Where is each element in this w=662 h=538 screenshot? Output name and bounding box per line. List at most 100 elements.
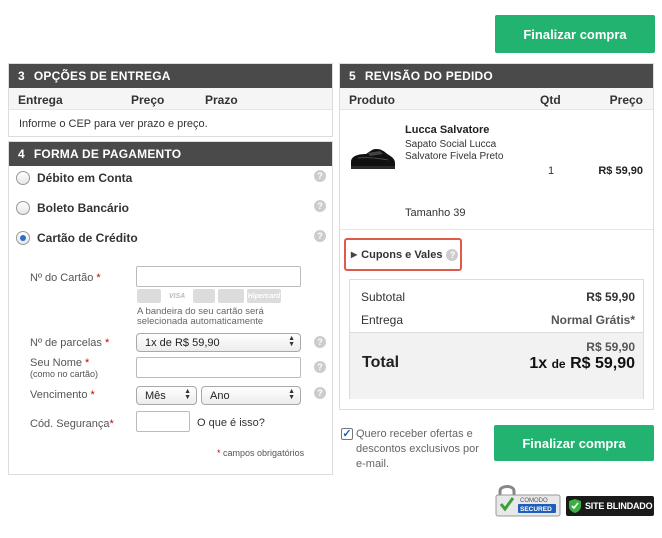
installments-select[interactable]: 1x de R$ 59,90 ▲ ▼	[136, 333, 301, 352]
expiry-label: Vencimento *	[30, 389, 95, 401]
payment-header: 4 FORMA DE PAGAMENTO	[9, 142, 332, 166]
newsletter-optin[interactable]: ✓ Quero receber ofertas e descontos excl…	[341, 427, 486, 472]
help-icon[interactable]: ?	[314, 336, 326, 348]
year-selected-value: Ano	[210, 389, 230, 402]
radio-button[interactable]	[16, 201, 30, 215]
payment-option-debit[interactable]: Débito em Conta	[16, 171, 132, 185]
help-icon[interactable]: ?	[314, 387, 326, 399]
product-description: Sapato Social Lucca Salvatore Fivela Pre…	[405, 139, 504, 162]
mastercard-logo-icon	[137, 289, 161, 303]
card-number-label-text: Nº do Cartão	[30, 272, 94, 284]
security-code-input[interactable]	[136, 411, 190, 432]
product-size: Tamanho 39	[405, 207, 466, 219]
comodo-text: COMODO	[520, 498, 548, 504]
column-qty: Qtd	[540, 93, 561, 107]
total-label: Total	[362, 354, 400, 371]
required-fields-note: * campos obrigatórios	[217, 448, 304, 458]
installments-label: Nº de parcelas *	[30, 337, 109, 349]
card-brand-logos: VISA Hipercard	[137, 289, 281, 303]
shipping-value: Normal Grátis*	[550, 313, 635, 327]
triangle-right-icon: ▶	[351, 250, 358, 259]
installment-prefix: 1x	[529, 355, 548, 372]
finalize-purchase-button-bottom[interactable]: Finalizar compra	[494, 425, 654, 461]
shipping-row: Entrega Normal Grátis*	[361, 313, 635, 327]
required-mark: *	[85, 357, 90, 369]
hipercard-logo-icon: Hipercard	[247, 289, 281, 303]
required-mark: *	[90, 389, 95, 401]
order-review-panel: 5 REVISÃO DO PEDIDO Produto Qtd Preço Lu…	[339, 63, 654, 410]
review-columns: Produto Qtd Preço	[340, 88, 653, 110]
coupons-toggle[interactable]: ▶ Cupons e Vales ?	[344, 238, 462, 271]
installment-summary: 1x de R$ 59,90	[529, 355, 635, 373]
help-icon[interactable]: ?	[446, 248, 459, 261]
name-sublabel: (como no cartão)	[30, 369, 99, 379]
optin-label: Quero receber ofertas e descontos exclus…	[356, 428, 479, 470]
secured-text: SECURED	[520, 506, 552, 513]
column-price: Preço	[609, 93, 643, 107]
payment-option-label: Boleto Bancário	[37, 201, 130, 215]
payment-option-label: Débito em Conta	[37, 171, 133, 185]
help-icon[interactable]: ?	[314, 200, 326, 212]
security-code-label-text: Cód. Segurança	[30, 418, 110, 430]
help-icon[interactable]: ?	[314, 361, 326, 373]
delivery-options-panel: 3 OPÇÕES DE ENTREGA Entrega Preço Prazo …	[8, 63, 333, 137]
visa-logo-icon: VISA	[164, 289, 190, 303]
radio-button-selected[interactable]	[16, 231, 30, 245]
payment-option-credit-card[interactable]: Cartão de Crédito	[16, 231, 138, 245]
select-arrows-icon: ▲ ▼	[184, 388, 191, 401]
cardholder-name-input[interactable]	[136, 357, 301, 378]
radio-button[interactable]	[16, 171, 30, 185]
installments-label-text: Nº de parcelas	[30, 337, 102, 349]
diners-logo-icon	[193, 289, 215, 303]
review-header: 5 REVISÃO DO PEDIDO	[340, 64, 653, 88]
expiry-year-select[interactable]: Ano ▲ ▼	[201, 386, 301, 405]
security-code-help-link[interactable]: O que é isso?	[197, 417, 265, 429]
installment-de: de	[551, 357, 566, 371]
card-number-label: Nº do Cartão *	[30, 272, 101, 284]
shipping-label: Entrega	[361, 313, 404, 327]
expiry-month-select[interactable]: Mês ▲ ▼	[136, 386, 197, 405]
required-mark: *	[96, 272, 101, 284]
security-code-label: Cód. Segurança*	[30, 418, 114, 430]
order-summary: Subtotal R$ 59,90 Entrega Normal Grátis*…	[349, 279, 644, 399]
delivery-info-text: Informe o CEP para ver prazo e preço.	[19, 118, 208, 130]
coupons-label: Cupons e Vales	[361, 248, 443, 261]
shield-check-icon	[569, 499, 581, 513]
optin-checkbox[interactable]: ✓	[341, 428, 353, 440]
total-value: R$ 59,90	[586, 340, 635, 354]
site-blindado-seal: SITE BLINDADO	[566, 496, 654, 516]
select-arrows-icon: ▲ ▼	[288, 388, 295, 401]
amex-logo-icon	[218, 289, 244, 303]
help-icon[interactable]: ?	[314, 230, 326, 242]
required-mark: *	[217, 448, 221, 458]
payment-option-label: Cartão de Crédito	[37, 231, 138, 245]
product-name: Lucca Salvatore	[405, 124, 490, 136]
subtotal-value: R$ 59,90	[586, 290, 635, 304]
column-deadline: Prazo	[205, 93, 238, 107]
installment-value: R$ 59,90	[570, 355, 635, 372]
name-label: Seu Nome * (como no cartão)	[30, 357, 98, 379]
review-title: REVISÃO DO PEDIDO	[364, 69, 493, 83]
help-icon[interactable]: ?	[314, 170, 326, 182]
subtotal-row: Subtotal R$ 59,90	[361, 290, 635, 304]
payment-panel: 4 FORMA DE PAGAMENTO Débito em Conta ? B…	[8, 141, 333, 475]
expiry-label-text: Vencimento	[30, 389, 88, 401]
step-number: 5	[349, 69, 356, 83]
payment-option-boleto[interactable]: Boleto Bancário	[16, 201, 129, 215]
card-brand-note: A bandeira do seu cartão será selecionad…	[137, 306, 264, 327]
payment-title: FORMA DE PAGAMENTO	[33, 147, 182, 161]
name-label-text: Seu Nome	[30, 357, 82, 369]
shoe-product-image	[351, 149, 395, 169]
total-box: Total R$ 59,90 1x de R$ 59,90	[350, 332, 643, 399]
select-arrows-icon: ▲ ▼	[288, 335, 295, 348]
finalize-purchase-button-top[interactable]: Finalizar compra	[495, 15, 655, 53]
subtotal-label: Subtotal	[361, 290, 406, 304]
required-mark: *	[104, 337, 110, 349]
installments-selected-value: 1x de R$ 59,90	[145, 336, 220, 349]
step-number: 3	[18, 69, 25, 83]
card-number-input[interactable]	[136, 266, 301, 287]
product-price: R$ 59,90	[598, 165, 643, 177]
column-delivery: Entrega	[18, 93, 63, 107]
column-product: Produto	[349, 93, 395, 107]
product-quantity: 1	[548, 165, 555, 177]
